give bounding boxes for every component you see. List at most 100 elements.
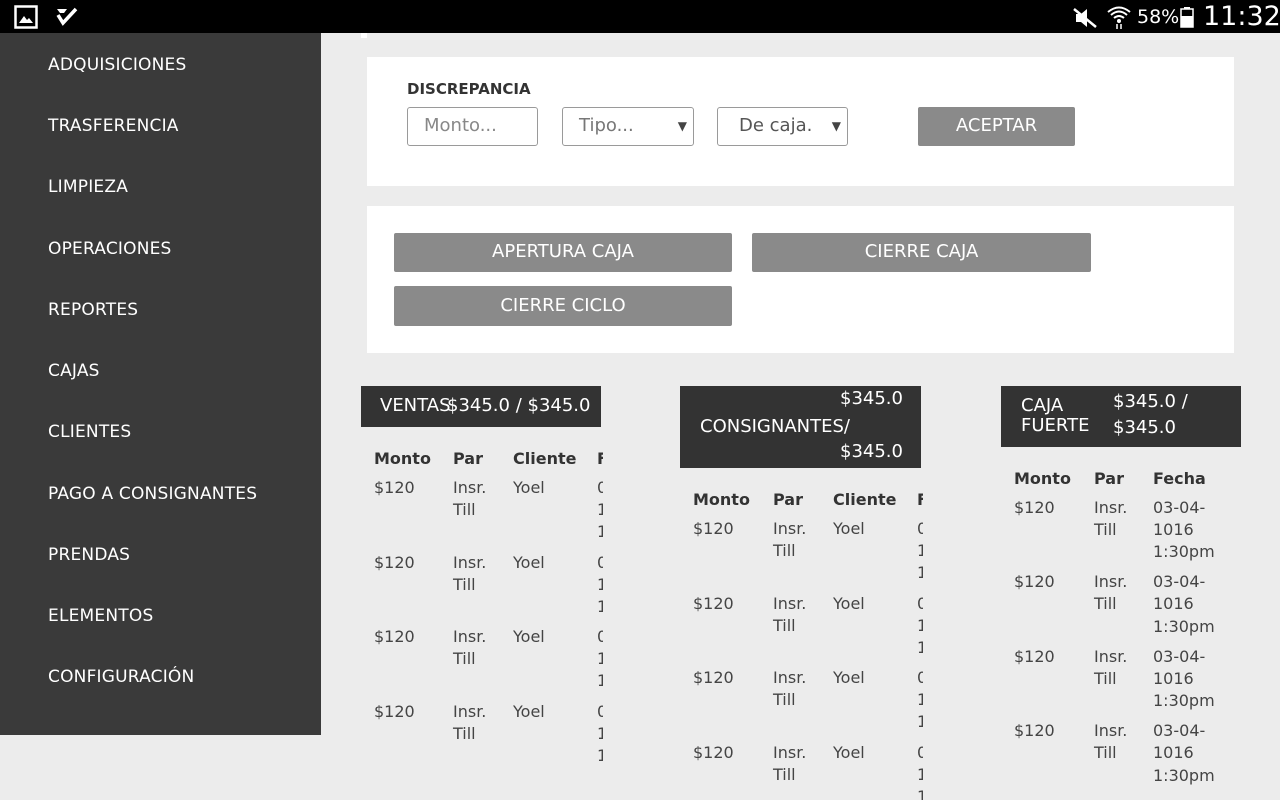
top-strip bbox=[361, 33, 367, 38]
cell-fecha: 1 bbox=[597, 522, 603, 541]
cell-cliente: Yoel bbox=[833, 594, 865, 613]
discrepancia-title: DISCREPANCIA bbox=[407, 80, 531, 98]
tipo-select[interactable]: Tipo... ▼ bbox=[562, 107, 694, 146]
column-header-monto: Monto bbox=[374, 449, 431, 468]
cell-fecha: 1016 bbox=[1153, 669, 1194, 688]
cell-par: Till bbox=[1094, 594, 1117, 613]
consignantes-amount-top: $345.0 bbox=[840, 388, 903, 409]
cell-par: Till bbox=[1094, 669, 1117, 688]
consignantes-header: $345.0 CONSIGNANTES/ $345.0 bbox=[680, 386, 921, 468]
cell-par: Insr. bbox=[773, 519, 807, 538]
cell-par: Insr. bbox=[773, 743, 807, 762]
column-header-cliente: Cliente bbox=[833, 490, 897, 509]
clock: 11:32 bbox=[1203, 1, 1280, 32]
cell-fecha: 1:30pm bbox=[1153, 542, 1215, 561]
cell-par: Insr. bbox=[1094, 572, 1128, 591]
ventas-title: VENTAS bbox=[380, 395, 451, 416]
cell-monto: $120 bbox=[374, 702, 415, 721]
cell-monto: $120 bbox=[1014, 721, 1055, 740]
cell-fecha: 1 bbox=[917, 541, 923, 560]
drawer-item-limpieza[interactable]: LIMPIEZA bbox=[48, 177, 128, 197]
battery-percent: 58% bbox=[1137, 6, 1180, 28]
cell-cliente: Yoel bbox=[513, 553, 545, 572]
gallery-icon bbox=[14, 5, 38, 29]
cell-fecha: 1 bbox=[597, 649, 603, 668]
cell-fecha: 1 bbox=[917, 690, 923, 709]
status-bar: 58% 11:32 bbox=[0, 0, 1280, 33]
monto-field[interactable] bbox=[407, 107, 538, 146]
caja-fuerte-header: CAJA FUERTE $345.0 / $345.0 bbox=[1001, 386, 1241, 447]
cell-monto: $120 bbox=[1014, 498, 1055, 517]
cell-par: Insr. bbox=[1094, 498, 1128, 517]
battery-icon bbox=[1180, 7, 1194, 28]
cell-cliente: Yoel bbox=[833, 519, 865, 538]
cell-monto: $120 bbox=[374, 553, 415, 572]
caja-select-value: De caja. bbox=[739, 115, 813, 136]
cell-par: Insr. bbox=[453, 553, 487, 572]
cell-fecha: 1 bbox=[917, 563, 923, 582]
caja-fuerte-table: CAJA FUERTE $345.0 / $345.0 Monto Par Fe… bbox=[1001, 386, 1242, 800]
cell-fecha: 1:30pm bbox=[1153, 766, 1215, 785]
cell-par: Insr. bbox=[453, 478, 487, 497]
cell-monto: $120 bbox=[374, 627, 415, 646]
consignantes-amount-bottom: $345.0 bbox=[840, 441, 903, 462]
column-header-par: Par bbox=[453, 449, 483, 468]
caja-fuerte-amount-1: $345.0 / bbox=[1113, 391, 1188, 412]
apertura-caja-button[interactable]: APERTURA CAJA bbox=[394, 233, 732, 272]
cell-fecha: 0 bbox=[917, 594, 923, 613]
drawer-item-configuracion[interactable]: CONFIGURACIÓN bbox=[48, 667, 194, 687]
ventas-table: VENTAS $345.0 / $345.0 Monto Par Cliente… bbox=[361, 386, 603, 800]
cell-par: Till bbox=[773, 765, 796, 784]
drawer-item-prendas[interactable]: PRENDAS bbox=[48, 545, 130, 565]
consignantes-table: $345.0 CONSIGNANTES/ $345.0 Monto Par Cl… bbox=[680, 386, 923, 800]
dropdown-arrow-icon: ▼ bbox=[677, 119, 687, 133]
cell-monto: $120 bbox=[693, 519, 734, 538]
drawer-item-cajas[interactable]: CAJAS bbox=[48, 361, 100, 381]
drawer-item-reportes[interactable]: REPORTES bbox=[48, 300, 138, 320]
cell-fecha: 03-04- bbox=[1153, 647, 1206, 666]
caja-actions-panel: APERTURA CAJA CIERRE CAJA CIERRE CICLO bbox=[367, 206, 1234, 353]
cierre-ciclo-button[interactable]: CIERRE CICLO bbox=[394, 286, 732, 326]
drawer-item-adquisiciones[interactable]: ADQUISICIONES bbox=[48, 55, 186, 75]
monto-input[interactable] bbox=[424, 115, 537, 136]
cell-fecha: 0 bbox=[917, 743, 923, 762]
cell-fecha: 03-04- bbox=[1153, 721, 1206, 740]
drawer-item-trasferencia[interactable]: TRASFERENCIA bbox=[48, 116, 179, 136]
ventas-amount: $345.0 / $345.0 bbox=[447, 395, 591, 416]
cell-fecha: 1 bbox=[597, 500, 603, 519]
discrepancia-panel: DISCREPANCIA Tipo... ▼ De caja. ▼ ACEPTA… bbox=[367, 57, 1234, 186]
cell-monto: $120 bbox=[693, 743, 734, 762]
caja-select[interactable]: De caja. ▼ bbox=[717, 107, 848, 146]
mute-icon bbox=[1073, 8, 1097, 28]
cierre-caja-button[interactable]: CIERRE CAJA bbox=[752, 233, 1091, 272]
cell-par: Insr. bbox=[1094, 721, 1128, 740]
caja-fuerte-title-1: CAJA bbox=[1021, 395, 1064, 416]
cell-fecha: 03-04- bbox=[1153, 498, 1206, 517]
cell-fecha: 1 bbox=[917, 765, 923, 784]
cell-fecha: 03-04- bbox=[1153, 572, 1206, 591]
column-header-cliente: Cliente bbox=[513, 449, 577, 468]
column-header-par: Par bbox=[773, 490, 803, 509]
cell-fecha: 1:30pm bbox=[1153, 691, 1215, 710]
cell-fecha: 0 bbox=[597, 553, 603, 572]
cell-par: Till bbox=[453, 649, 476, 668]
cell-fecha: 1016 bbox=[1153, 520, 1194, 539]
aceptar-button[interactable]: ACEPTAR bbox=[918, 107, 1075, 146]
caja-fuerte-amount-2: $345.0 bbox=[1113, 417, 1176, 438]
app-check-icon bbox=[56, 7, 78, 26]
cell-par: Till bbox=[453, 724, 476, 743]
cell-fecha: 0 bbox=[597, 702, 603, 721]
cell-fecha: 1016 bbox=[1153, 743, 1194, 762]
cell-fecha: 1 bbox=[597, 724, 603, 743]
drawer-item-clientes[interactable]: CLIENTES bbox=[48, 422, 131, 442]
cell-fecha: 0 bbox=[597, 627, 603, 646]
cell-par: Insr. bbox=[773, 668, 807, 687]
cell-cliente: Yoel bbox=[833, 743, 865, 762]
cell-monto: $120 bbox=[374, 478, 415, 497]
drawer-item-elementos[interactable]: ELEMENTOS bbox=[48, 606, 153, 626]
cell-par: Insr. bbox=[773, 594, 807, 613]
drawer-item-pago-a-consignantes[interactable]: PAGO A CONSIGNANTES bbox=[48, 484, 257, 504]
cell-fecha: 1 bbox=[917, 787, 923, 800]
cell-monto: $120 bbox=[1014, 647, 1055, 666]
drawer-item-operaciones[interactable]: OPERACIONES bbox=[48, 239, 172, 259]
